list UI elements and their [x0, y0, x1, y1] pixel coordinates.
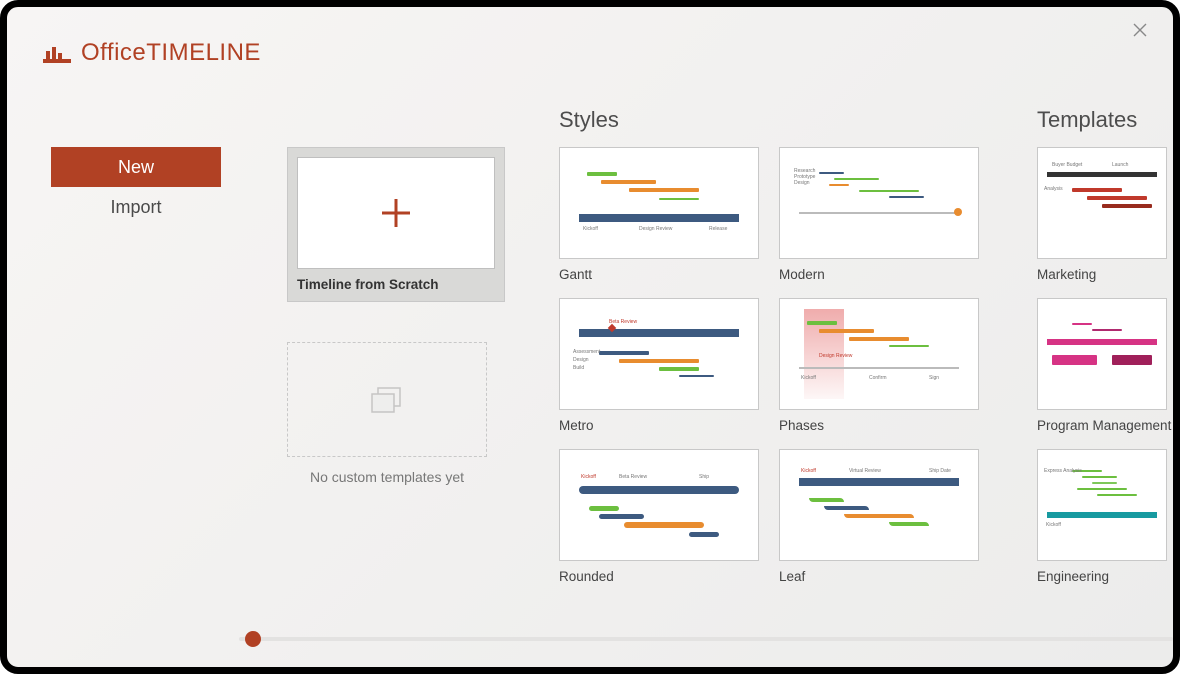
create-column: Timeline from Scratch No custom template…: [287, 107, 517, 617]
preview-phases: Design Review Kickoff Confirm Sign: [789, 309, 969, 399]
scratch-tile[interactable]: [297, 157, 495, 269]
style-label: Phases: [779, 418, 979, 433]
template-label: Engineering: [1037, 569, 1173, 584]
preview-metro: Beta Review Assessment Design Build: [569, 309, 749, 399]
templates-title: Templates: [1037, 107, 1173, 133]
style-label: Modern: [779, 267, 979, 282]
preview-gantt: Kickoff Design Review Release: [569, 158, 749, 248]
logo-icon: [43, 41, 71, 65]
sidebar: New Import: [51, 147, 221, 227]
custom-empty-tile: [287, 342, 487, 457]
scratch-card[interactable]: Timeline from Scratch: [287, 147, 505, 302]
horizontal-scrollbar[interactable]: [239, 637, 1173, 641]
style-label: Gantt: [559, 267, 759, 282]
styles-grid: Kickoff Design Review Release Gantt: [559, 147, 999, 584]
preview-program: [1042, 309, 1162, 399]
preview-leaf: Kickoff Virtual Review Ship Date: [789, 460, 969, 550]
template-card-program[interactable]: Program Management: [1037, 298, 1173, 433]
preview-rounded: Kickoff Beta Review Ship: [569, 460, 749, 550]
template-card-engineering[interactable]: Express Analysis Kickoff Engineering: [1037, 449, 1173, 584]
scrollbar-thumb[interactable]: [245, 631, 261, 647]
logo-text: OfficeTIMELINE: [81, 39, 261, 67]
templates-column: Templates Buyer Budget Launch Analysis M…: [1037, 107, 1173, 617]
stack-icon: [370, 386, 404, 414]
close-icon: [1133, 23, 1147, 37]
style-card-gantt[interactable]: Kickoff Design Review Release Gantt: [559, 147, 759, 282]
brand-bold: TIMELINE: [146, 39, 261, 66]
custom-templates-card: No custom templates yet: [287, 342, 487, 485]
style-card-modern[interactable]: Research Prototype Design Modern: [779, 147, 979, 282]
app-logo: OfficeTIMELINE: [43, 39, 261, 67]
style-card-phases[interactable]: Design Review Kickoff Confirm Sign Phase…: [779, 298, 979, 433]
app-window: OfficeTIMELINE New Import Timeline from …: [0, 0, 1180, 674]
template-label: Program Management: [1037, 418, 1173, 433]
custom-empty-label: No custom templates yet: [287, 469, 487, 485]
template-card-marketing[interactable]: Buyer Budget Launch Analysis Marketing: [1037, 147, 1173, 282]
style-card-leaf[interactable]: Kickoff Virtual Review Ship Date Leaf: [779, 449, 979, 584]
style-label: Leaf: [779, 569, 979, 584]
styles-title: Styles: [559, 107, 999, 133]
nav-import[interactable]: Import: [51, 187, 221, 227]
preview-marketing: Buyer Budget Launch Analysis: [1042, 158, 1162, 248]
preview-engineering: Express Analysis Kickoff: [1042, 460, 1162, 550]
brand-light: Office: [81, 39, 146, 66]
close-button[interactable]: [1133, 23, 1151, 41]
templates-grid: Buyer Budget Launch Analysis Marketing: [1037, 147, 1173, 584]
style-label: Metro: [559, 418, 759, 433]
style-label: Rounded: [559, 569, 759, 584]
plus-icon: [378, 195, 414, 231]
preview-modern: Research Prototype Design: [789, 158, 969, 248]
main-area: Timeline from Scratch No custom template…: [287, 107, 1173, 617]
style-card-metro[interactable]: Beta Review Assessment Design Build Metr…: [559, 298, 759, 433]
styles-column: Styles Kickoff Design Review Release Gan…: [559, 107, 999, 617]
style-card-rounded[interactable]: Kickoff Beta Review Ship Rounded: [559, 449, 759, 584]
scratch-label: Timeline from Scratch: [297, 277, 495, 292]
template-label: Marketing: [1037, 267, 1173, 282]
nav-new[interactable]: New: [51, 147, 221, 187]
